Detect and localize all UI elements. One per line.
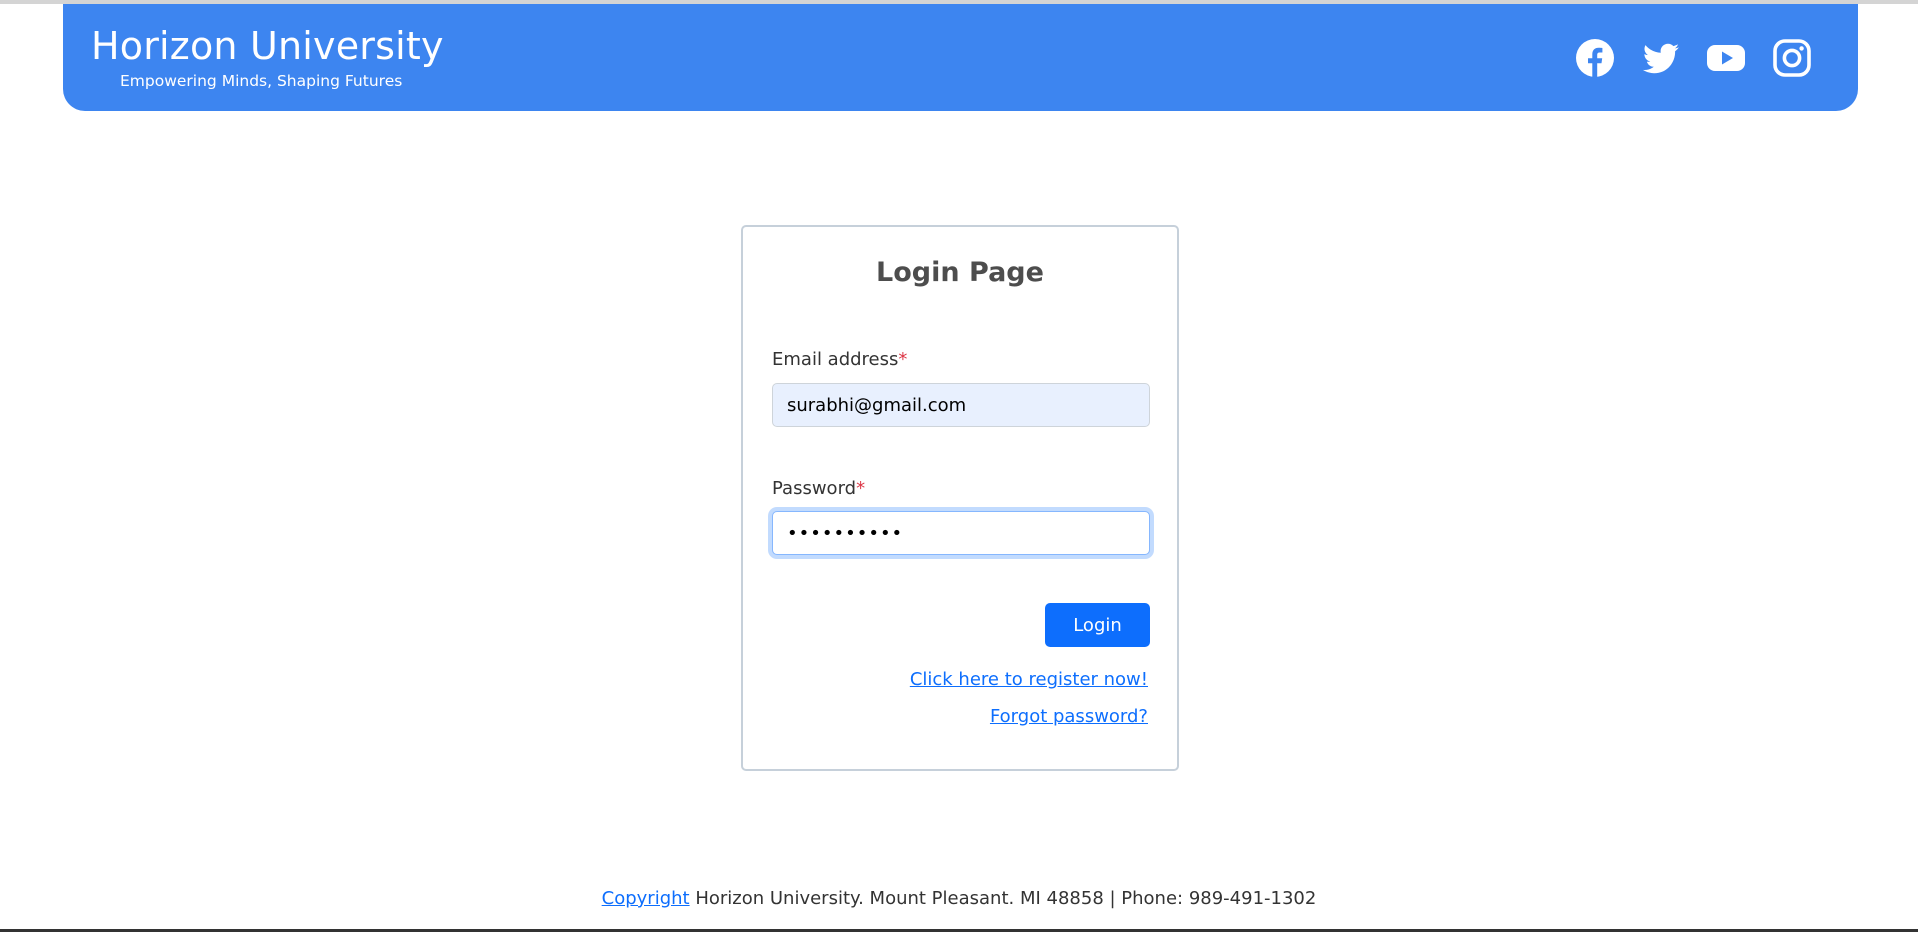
login-button[interactable]: Login [1045,603,1150,647]
instagram-icon[interactable] [1772,38,1812,78]
facebook-icon[interactable] [1575,38,1615,78]
site-title: Horizon University [91,24,444,68]
password-label: Password* [772,478,865,499]
footer-text: Horizon University. Mount Pleasant. MI 4… [689,888,1317,909]
email-field[interactable] [772,383,1150,427]
youtube-icon[interactable] [1706,38,1746,78]
email-label-text: Email address [772,349,899,370]
login-title: Login Page [876,257,1044,288]
site-footer: Copyright Horizon University. Mount Plea… [0,888,1918,909]
required-marker: * [856,478,866,499]
password-field[interactable] [772,511,1150,555]
login-card: Login Page Email address* Password* Logi… [741,225,1179,771]
twitter-icon[interactable] [1641,38,1681,78]
register-link[interactable]: Click here to register now! [910,669,1148,690]
site-tagline: Empowering Minds, Shaping Futures [120,72,403,90]
required-marker: * [898,349,908,370]
copyright-link[interactable]: Copyright [602,888,690,909]
site-header: Horizon University Empowering Minds, Sha… [63,4,1858,111]
forgot-password-link[interactable]: Forgot password? [990,706,1148,727]
email-label: Email address* [772,349,907,370]
password-label-text: Password [772,478,857,499]
